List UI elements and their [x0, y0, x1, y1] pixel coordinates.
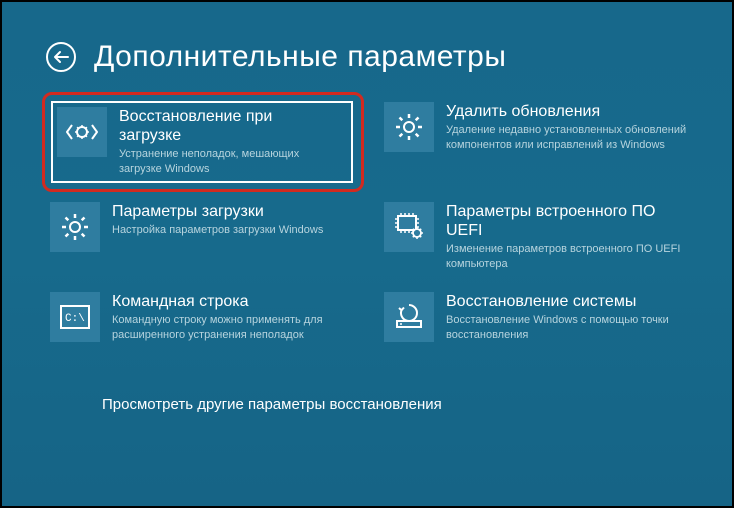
tile-command-prompt[interactable]: C:\ Командная строка Командную строку мо… [50, 290, 354, 356]
tile-label: Удалить обновления [446, 102, 688, 121]
gear-icon [50, 202, 100, 252]
tile-desc: Устранение неполадок, мешающих загрузке … [119, 147, 335, 177]
tile-label: Восстановление системы [446, 292, 688, 311]
arrow-left-icon [53, 50, 69, 64]
tile-desc: Изменение параметров встроенного ПО UEFI… [446, 242, 688, 272]
chip-gear-icon [384, 202, 434, 252]
recovery-screen: Дополнительные параметры Восстановление … [2, 2, 732, 506]
tile-system-restore[interactable]: Восстановление системы Восстановление Wi… [384, 290, 688, 356]
more-options-link[interactable]: Просмотреть другие параметры восстановле… [102, 396, 688, 413]
options-grid: Восстановление при загрузке Устранение н… [50, 100, 688, 356]
startup-repair-icon [57, 107, 107, 157]
header: Дополнительные параметры [46, 40, 688, 74]
page-title: Дополнительные параметры [94, 40, 506, 74]
tile-desc: Командную строку можно применять для рас… [112, 313, 354, 343]
tile-startup-repair[interactable]: Восстановление при загрузке Устранение н… [42, 92, 364, 192]
back-button[interactable] [46, 42, 76, 72]
tile-label: Параметры загрузки [112, 202, 323, 221]
tile-label: Командная строка [112, 292, 354, 311]
tile-desc: Удаление недавно установленных обновлени… [446, 123, 688, 153]
tile-startup-settings[interactable]: Параметры загрузки Настройка параметров … [50, 200, 354, 274]
gear-icon [384, 102, 434, 152]
tile-uefi-firmware[interactable]: Параметры встроенного ПО UEFI Изменение … [384, 200, 688, 274]
tile-desc: Восстановление Windows с помощью точки в… [446, 313, 688, 343]
svg-text:C:\: C:\ [65, 313, 85, 325]
tile-desc: Настройка параметров загрузки Windows [112, 223, 323, 238]
tile-label: Восстановление при загрузке [119, 107, 335, 145]
terminal-icon: C:\ [50, 292, 100, 342]
restore-icon [384, 292, 434, 342]
tile-uninstall-updates[interactable]: Удалить обновления Удаление недавно уста… [384, 100, 688, 184]
tile-label: Параметры встроенного ПО UEFI [446, 202, 688, 240]
